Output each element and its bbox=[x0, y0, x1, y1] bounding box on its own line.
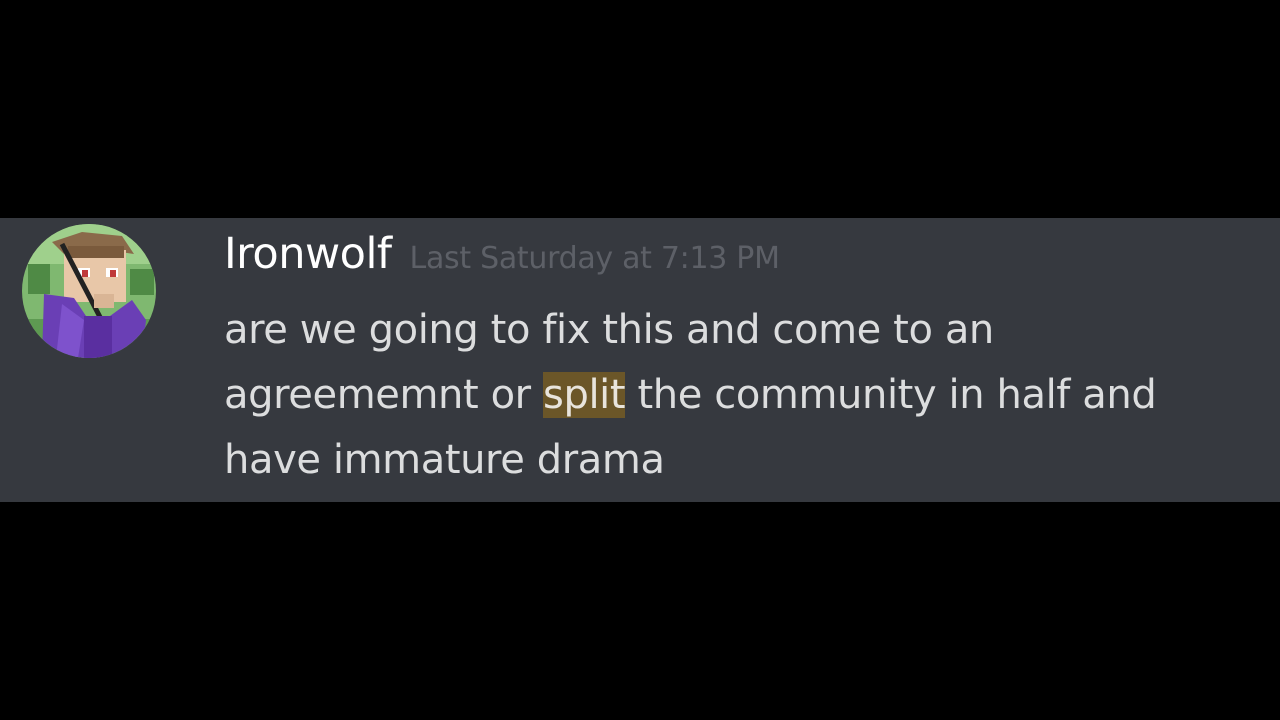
highlighted-word: split bbox=[543, 372, 626, 418]
message-header: Ironwolf Last Saturday at 7:13 PM bbox=[224, 222, 780, 286]
user-avatar-icon bbox=[22, 224, 156, 358]
username[interactable]: Ironwolf bbox=[224, 222, 392, 286]
message-line-2: agreememnt or split the community in hal… bbox=[224, 363, 1264, 428]
message-content: are we going to fix this and come to an … bbox=[224, 298, 1264, 493]
user-avatar[interactable] bbox=[22, 224, 156, 358]
message-text-after-highlight: the community in half and bbox=[625, 372, 1157, 418]
message-text-before-highlight: agreememnt or bbox=[224, 372, 544, 418]
message-timestamp: Last Saturday at 7:13 PM bbox=[409, 241, 780, 276]
message-line-1: are we going to fix this and come to an bbox=[224, 307, 994, 353]
chat-message: Ironwolf Last Saturday at 7:13 PM are we… bbox=[0, 218, 1280, 502]
message-line-3: have immature drama bbox=[224, 437, 665, 483]
